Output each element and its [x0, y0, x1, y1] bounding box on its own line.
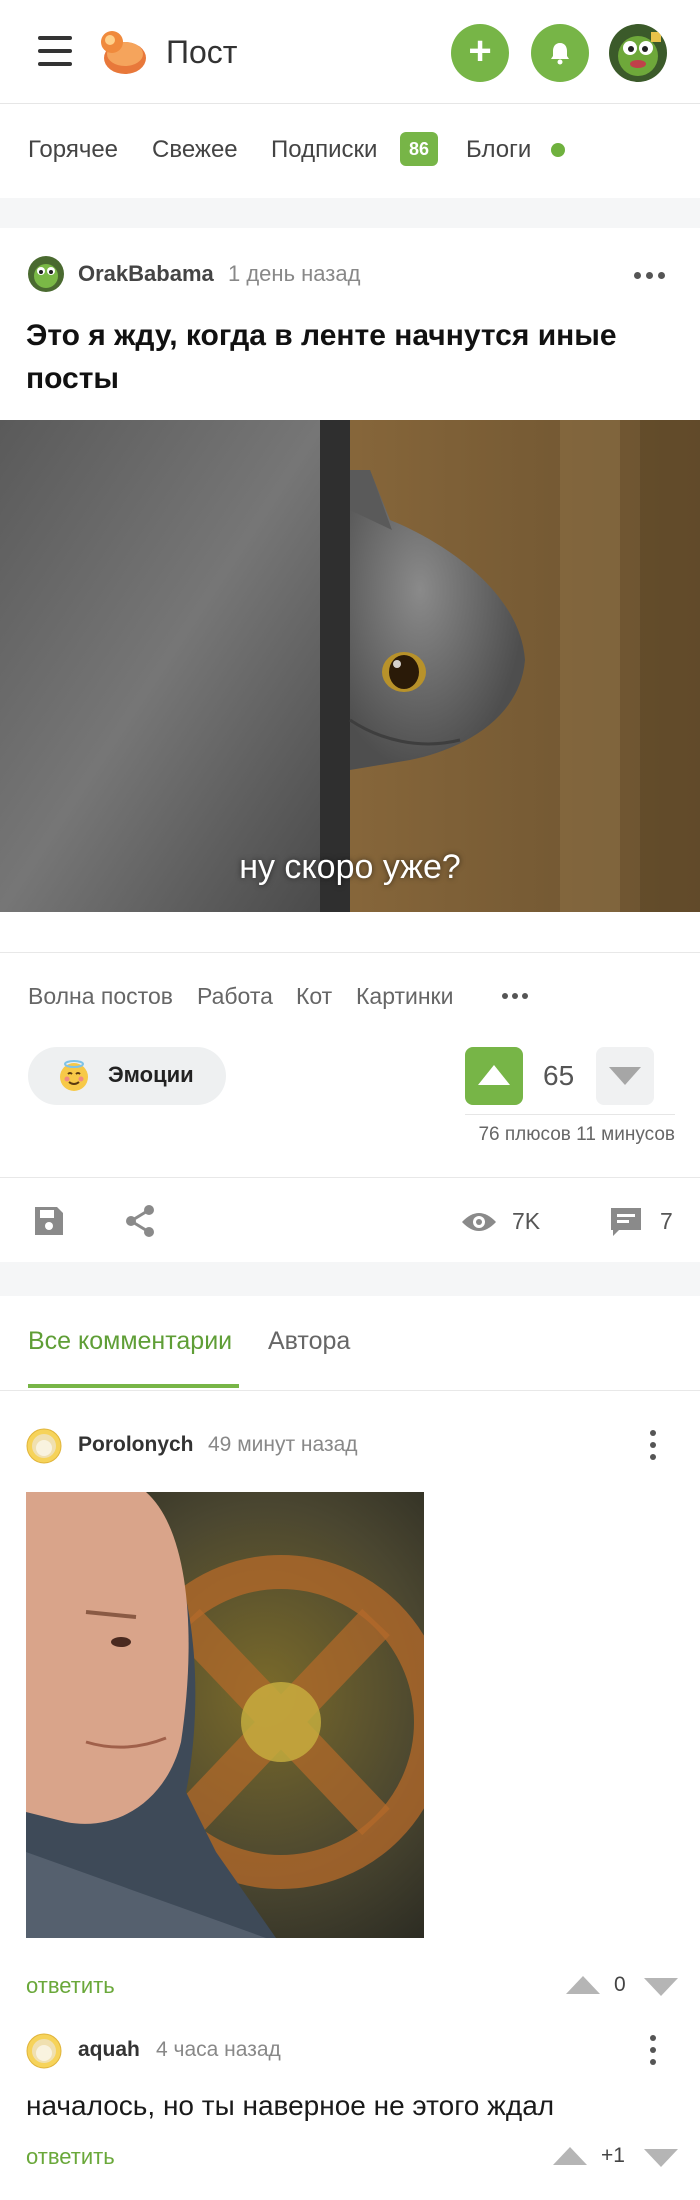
comment-upvote-icon[interactable]: [566, 1976, 600, 1996]
post-rating: 65: [543, 1060, 575, 1091]
comment-icon[interactable]: [609, 1206, 643, 1238]
nav-blogs[interactable]: Блоги: [466, 136, 531, 164]
top-bar: Пост +: [0, 0, 700, 104]
tag-item[interactable]: Волна постов: [28, 983, 173, 1010]
divider: [0, 1177, 700, 1178]
nav-subscriptions[interactable]: Подписки: [271, 136, 377, 164]
post-image[interactable]: [0, 420, 700, 912]
tab-all-comments[interactable]: Все комментарии: [28, 1327, 232, 1356]
tag-item[interactable]: Работа: [197, 983, 273, 1010]
page-title: Пост: [166, 34, 238, 70]
plus-icon: +: [468, 29, 492, 73]
comment-avatar[interactable]: [26, 2033, 62, 2069]
tags-more-icon[interactable]: [502, 993, 530, 1001]
comment-image[interactable]: [26, 1492, 424, 1938]
nav-hot[interactable]: Горячее: [28, 136, 118, 164]
comment-author[interactable]: aquah: [78, 2038, 140, 2062]
tag-item[interactable]: Картинки: [356, 983, 453, 1010]
comments-count: 7: [660, 1208, 673, 1234]
downvote-button[interactable]: [596, 1047, 654, 1105]
bell-icon: [551, 43, 569, 65]
emoji-icon: [60, 1060, 88, 1091]
add-post-button[interactable]: +: [451, 24, 509, 82]
comment-upvote-icon[interactable]: [553, 2147, 587, 2167]
post-time: 1 день назад: [228, 261, 361, 286]
nav-fresh[interactable]: Свежее: [152, 136, 238, 164]
reply-link[interactable]: ответить: [26, 1973, 115, 1999]
divider: [0, 952, 700, 953]
divider: [0, 1390, 700, 1391]
comment-text: началось, но ты наверное не этого ждал: [26, 2090, 555, 2121]
comment-author[interactable]: Porolonych: [78, 1433, 194, 1457]
comment-more-icon[interactable]: [650, 1430, 658, 1460]
comment-score: 0: [614, 1973, 626, 1996]
notifications-button[interactable]: [531, 24, 589, 82]
subscriptions-badge: 86: [400, 132, 438, 166]
comment-time: 49 минут назад: [208, 1433, 358, 1456]
emotions-label: Эмоции: [108, 1062, 194, 1087]
upvote-button[interactable]: [465, 1047, 523, 1105]
comment-more-icon[interactable]: [650, 2035, 658, 2065]
comment-time: 4 часа назад: [156, 2038, 281, 2061]
tag-item[interactable]: Кот: [296, 983, 332, 1010]
eye-icon: [462, 1213, 496, 1231]
comment-score: +1: [601, 2144, 625, 2167]
pikabu-logo[interactable]: [98, 30, 148, 76]
comment-downvote-icon[interactable]: [644, 1978, 678, 1998]
votes-summary: 76 плюсов 11 минусов: [478, 1124, 675, 1145]
hamburger-icon[interactable]: [38, 36, 72, 66]
rating-divider: [465, 1114, 675, 1115]
post-image-caption: ну скоро уже?: [239, 848, 461, 886]
post-author-avatar[interactable]: [28, 256, 64, 292]
reply-link[interactable]: ответить: [26, 2144, 115, 2170]
post-title[interactable]: Это я жду, когда в ленте начнутся иные п…: [26, 314, 666, 400]
post-page: Пост + Горячее Свежее Подписки 86 Блоги …: [0, 0, 700, 2200]
views-count: 7K: [512, 1208, 541, 1234]
active-tab-indicator: [28, 1384, 239, 1388]
post-more-icon[interactable]: [634, 270, 668, 280]
section-gap: [0, 198, 700, 228]
user-avatar[interactable]: [609, 24, 667, 82]
tab-author-comments[interactable]: Автора: [268, 1327, 350, 1356]
blogs-indicator-dot: [551, 143, 565, 157]
comment-avatar[interactable]: [26, 1428, 62, 1464]
feed-nav: Горячее Свежее Подписки 86 Блоги: [0, 104, 700, 198]
emotions-button[interactable]: Эмоции: [28, 1047, 226, 1105]
share-icon[interactable]: [124, 1204, 156, 1238]
post-author-name[interactable]: OrakBabama: [78, 261, 214, 287]
save-icon[interactable]: [32, 1204, 66, 1238]
section-gap: [0, 1262, 700, 1296]
comment-downvote-icon[interactable]: [644, 2149, 678, 2169]
